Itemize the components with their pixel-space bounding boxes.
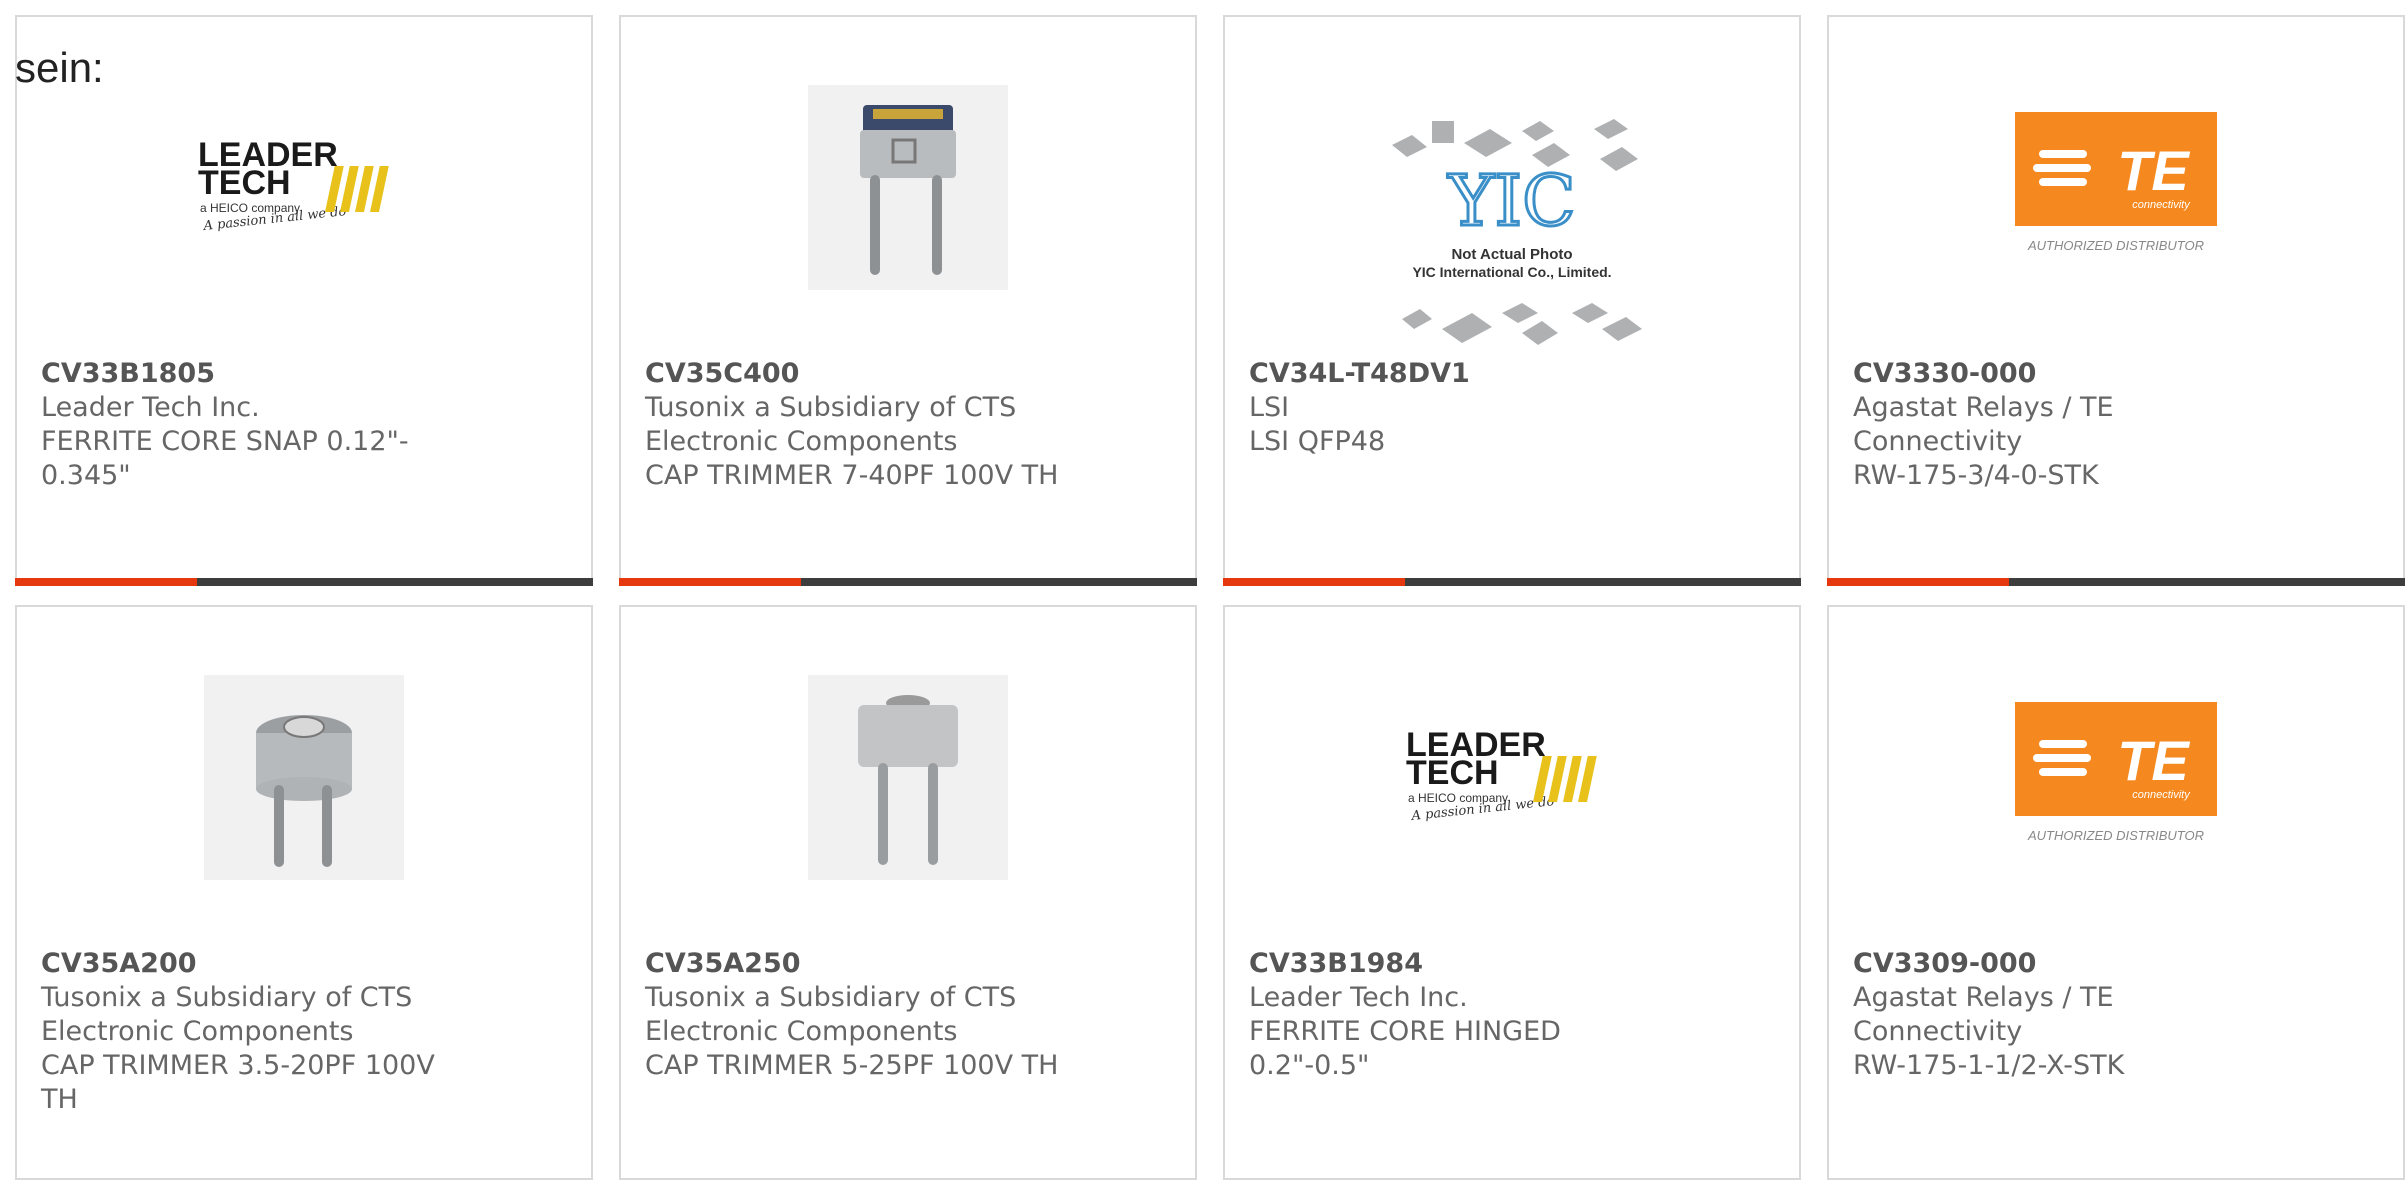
product-image: LEADER TECH a HEICO company A passion in…	[1225, 672, 1799, 882]
description: RW-175-1-1/2-X-STK	[1853, 1050, 2125, 1081]
product-info: CV35A250 Tusonix a Subsidiary of CTS Ele…	[645, 947, 1075, 1083]
product-card[interactable]: TE connectivity AUTHORIZED DISTRIBUTOR C…	[1827, 15, 2405, 586]
product-info: CV33B1805 Leader Tech Inc. FERRITE CORE …	[41, 357, 471, 493]
manufacturer: Agastat Relays / TE Connectivity	[1853, 392, 2114, 457]
te-caption: AUTHORIZED DISTRIBUTOR	[2027, 238, 2204, 253]
manufacturer: Tusonix a Subsidiary of CTS	[645, 392, 1017, 423]
part-number[interactable]: CV33B1984	[1249, 947, 1679, 981]
part-number[interactable]: CV34L-T48DV1	[1249, 357, 1679, 391]
part-number[interactable]: CV3309-000	[1853, 947, 2283, 981]
product-info: CV35C400 Tusonix a Subsidiary of CTS Ele…	[645, 357, 1075, 493]
card-footer-bar	[1223, 578, 1801, 586]
te-sub: connectivity	[2132, 199, 2191, 211]
logo-line2: TECH	[198, 164, 291, 202]
card-footer-bar	[1827, 578, 2405, 586]
product-image	[17, 672, 591, 882]
product-card[interactable]: LEADER TECH a HEICO company A passion in…	[1223, 605, 1801, 1180]
description: CAP TRIMMER 5-25PF 100V TH	[645, 1050, 1059, 1081]
description: 0.345"	[41, 460, 131, 491]
product-card[interactable]: TE connectivity AUTHORIZED DISTRIBUTOR C…	[1827, 605, 2405, 1180]
part-number[interactable]: CV3330-000	[1853, 357, 2283, 391]
description: RW-175-3/4-0-STK	[1853, 460, 2099, 491]
te-mark: TE	[2117, 139, 2190, 202]
trimmer-capacitor-photo	[808, 674, 1008, 880]
product-info: CV33B1984 Leader Tech Inc. FERRITE CORE …	[1249, 947, 1679, 1083]
part-number[interactable]: CV33B1805	[41, 357, 471, 391]
yic-mark: YIC	[1447, 160, 1575, 242]
part-number[interactable]: CV35A200	[41, 947, 471, 981]
intro-text: sein:	[15, 44, 104, 91]
product-image: TE connectivity AUTHORIZED DISTRIBUTOR	[1829, 672, 2403, 882]
description: FERRITE CORE HINGED 0.2"-0.5"	[1249, 1016, 1561, 1081]
product-card[interactable]: YIC Not Actual Photo YIC International C…	[1223, 15, 1801, 586]
te-caption: AUTHORIZED DISTRIBUTOR	[2027, 828, 2204, 843]
manufacturer: Tusonix a Subsidiary of CTS	[41, 982, 413, 1013]
description: LSI QFP48	[1249, 426, 1386, 457]
manufacturer: LSI	[1249, 392, 1290, 423]
part-number[interactable]: CV35A250	[645, 947, 1075, 981]
product-info: CV3330-000 Agastat Relays / TE Connectiv…	[1853, 357, 2283, 493]
product-image: TE connectivity AUTHORIZED DISTRIBUTOR	[1829, 82, 2403, 292]
card-footer-bar	[15, 578, 593, 586]
product-image	[621, 672, 1195, 882]
trimmer-capacitor-photo	[808, 84, 1008, 290]
te-connectivity-logo: TE connectivity AUTHORIZED DISTRIBUTOR	[2015, 112, 2217, 253]
te-sub: connectivity	[2132, 789, 2191, 801]
te-mark: TE	[2117, 729, 2190, 792]
leader-tech-logo: LEADER TECH a HEICO company A passion in…	[198, 136, 389, 234]
manufacturer: Electronic Components	[41, 1016, 354, 1047]
yic-placeholder-image: YIC Not Actual Photo YIC International C…	[1392, 119, 1642, 345]
manufacturer: Agastat Relays / TE Connectivity	[1853, 982, 2114, 1047]
description: CAP TRIMMER 7-40PF 100V TH	[645, 460, 1059, 491]
te-connectivity-logo: TE connectivity AUTHORIZED DISTRIBUTOR	[2015, 702, 2217, 843]
description: CAP TRIMMER 3.5-20PF 100V TH	[41, 1050, 435, 1115]
product-image: LEADER TECH a HEICO company A passion in…	[17, 82, 591, 292]
product-card[interactable]: CV35A250 Tusonix a Subsidiary of CTS Ele…	[619, 605, 1197, 1180]
product-image	[621, 82, 1195, 292]
manufacturer: Leader Tech Inc.	[41, 392, 260, 423]
product-info: CV34L-T48DV1 LSI LSI QFP48	[1249, 357, 1679, 459]
trimmer-capacitor-photo	[204, 674, 404, 880]
manufacturer: Tusonix a Subsidiary of CTS	[645, 982, 1017, 1013]
product-info: CV35A200 Tusonix a Subsidiary of CTS Ele…	[41, 947, 471, 1117]
logo-line2: TECH	[1406, 754, 1499, 792]
manufacturer: Electronic Components	[645, 1016, 958, 1047]
yic-line2: YIC International Co., Limited.	[1412, 264, 1611, 280]
manufacturer: Electronic Components	[645, 426, 958, 457]
product-image: YIC Not Actual Photo YIC International C…	[1225, 102, 1799, 362]
card-footer-bar	[619, 578, 1197, 586]
product-card[interactable]: LEADER TECH a HEICO company A passion in…	[15, 15, 593, 586]
yic-line1: Not Actual Photo	[1451, 246, 1572, 263]
product-card[interactable]: CV35C400 Tusonix a Subsidiary of CTS Ele…	[619, 15, 1197, 586]
product-info: CV3309-000 Agastat Relays / TE Connectiv…	[1853, 947, 2283, 1083]
description: FERRITE CORE SNAP 0.12"-	[41, 426, 409, 457]
product-card[interactable]: CV35A200 Tusonix a Subsidiary of CTS Ele…	[15, 605, 593, 1180]
manufacturer: Leader Tech Inc.	[1249, 982, 1468, 1013]
part-number[interactable]: CV35C400	[645, 357, 1075, 391]
leader-tech-logo: LEADER TECH a HEICO company A passion in…	[1406, 726, 1597, 824]
